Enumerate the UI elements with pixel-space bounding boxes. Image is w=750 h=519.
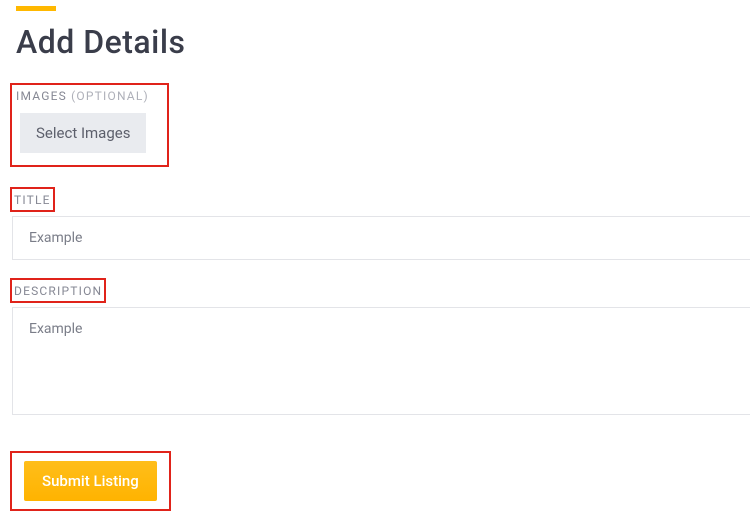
submit-listing-button[interactable]: Submit Listing: [24, 461, 157, 501]
highlight-box-submit: Submit Listing: [10, 451, 171, 511]
accent-bar: [16, 6, 56, 11]
highlight-box-description: DESCRIPTION: [10, 278, 106, 303]
highlight-box-title: TITLE: [10, 187, 55, 212]
images-label-text: IMAGES: [16, 89, 67, 103]
images-field-label: IMAGES (OPTIONAL): [12, 85, 151, 111]
description-textarea[interactable]: [12, 307, 750, 415]
highlight-box-images: IMAGES (OPTIONAL) Select Images: [10, 83, 169, 167]
page-title: Add Details: [16, 23, 750, 61]
title-field-label: TITLE: [12, 190, 53, 210]
images-optional-text: (OPTIONAL): [71, 89, 149, 103]
description-field-label: DESCRIPTION: [12, 281, 104, 301]
title-input[interactable]: [12, 216, 750, 260]
select-images-button[interactable]: Select Images: [20, 113, 146, 153]
